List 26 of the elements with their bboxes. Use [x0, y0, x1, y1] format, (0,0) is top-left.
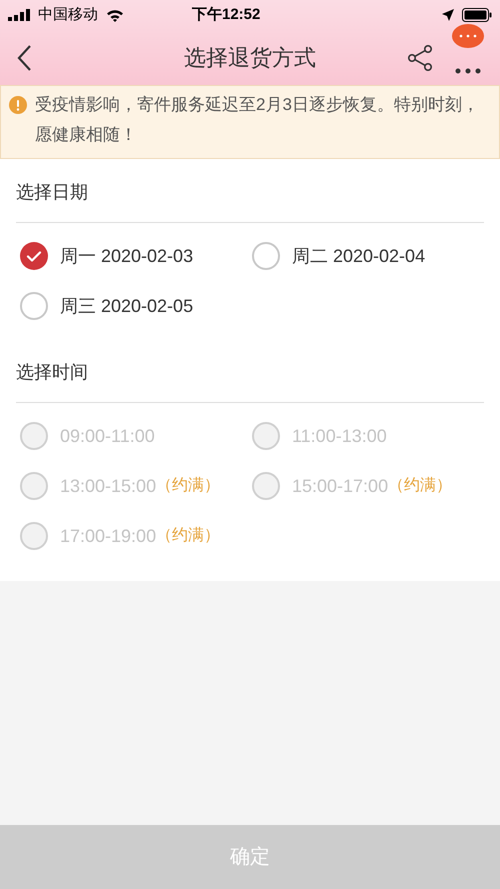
section-title: 选择日期 — [16, 159, 484, 223]
carrier-name: 中国移动 — [38, 4, 98, 25]
full-tag: （约满） — [388, 474, 452, 498]
page-title: 选择退货方式 — [184, 44, 316, 72]
section-title: 选择时间 — [16, 339, 484, 403]
more-icon[interactable] — [454, 68, 482, 74]
warning-icon — [9, 96, 27, 114]
share-icon[interactable] — [406, 44, 434, 72]
clock-time: 下午12:52 — [192, 4, 260, 25]
wifi-icon — [106, 8, 124, 22]
option-label: 17:00-19:00 — [60, 524, 156, 548]
back-icon[interactable] — [16, 44, 32, 72]
battery-icon — [462, 8, 492, 22]
location-arrow-icon — [442, 9, 454, 21]
chat-bubble-icon[interactable] — [451, 24, 485, 50]
option-label: 15:00-17:00 — [292, 474, 388, 498]
option-label: 周一 2020-02-03 — [60, 244, 194, 268]
checked-radio-icon[interactable] — [20, 242, 48, 270]
option-label: 周二 2020-02-04 — [292, 244, 426, 268]
option-label: 周三 2020-02-05 — [60, 294, 194, 318]
full-tag: （约满） — [156, 524, 220, 548]
notice-text: 受疫情影响，寄件服务延迟至2月3日逐步恢复。特别时刻，愿健康相随！ — [35, 94, 480, 146]
option-label: 11:00-13:00 — [292, 424, 387, 448]
option-label: 09:00-11:00 — [60, 424, 155, 448]
full-tag: （约满） — [156, 474, 220, 498]
option-label: 13:00-15:00 — [60, 474, 156, 498]
